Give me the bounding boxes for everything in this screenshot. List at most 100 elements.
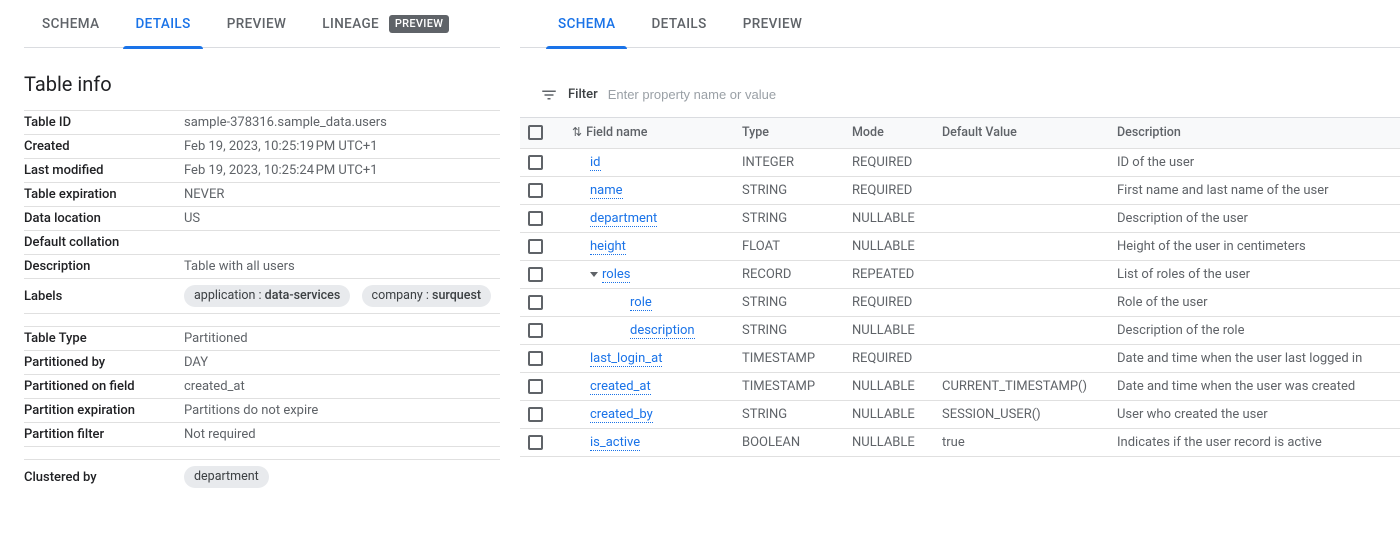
tab-preview-r[interactable]: PREVIEW bbox=[725, 0, 821, 48]
row-checkbox[interactable] bbox=[528, 211, 543, 226]
row-checkbox[interactable] bbox=[528, 155, 543, 170]
table-header: ⇅ Field name Type Mode Default Value Desc… bbox=[520, 118, 1400, 148]
table-row: descriptionSTRINGNULLABLEDescription of … bbox=[520, 316, 1400, 344]
col-field[interactable]: ⇅ Field name bbox=[564, 118, 734, 148]
row-part-expiration: Partition expiration Partitions do not e… bbox=[24, 399, 500, 423]
field-mode: NULLABLE bbox=[844, 316, 934, 344]
value-location: US bbox=[184, 211, 500, 226]
row-checkbox[interactable] bbox=[528, 435, 543, 450]
row-expiration: Table expiration NEVER bbox=[24, 183, 500, 207]
filter-input[interactable] bbox=[608, 87, 1380, 102]
tab-details[interactable]: DETAILS bbox=[117, 0, 208, 48]
chip-key: company bbox=[372, 288, 423, 303]
field-desc: Date and time when the user was created bbox=[1109, 373, 1400, 401]
field-mode: NULLABLE bbox=[844, 204, 934, 232]
field-mode: REQUIRED bbox=[844, 148, 934, 176]
row-checkbox[interactable] bbox=[528, 323, 543, 338]
label-part-filter: Partition filter bbox=[24, 427, 184, 442]
table-row: heightFLOATNULLABLEHeight of the user in… bbox=[520, 232, 1400, 260]
col-default[interactable]: Default Value bbox=[934, 118, 1109, 148]
row-checkbox[interactable] bbox=[528, 407, 543, 422]
col-type[interactable]: Type bbox=[734, 118, 844, 148]
label-clustered-by: Clustered by bbox=[24, 470, 184, 485]
label-collation: Default collation bbox=[24, 235, 184, 250]
field-link[interactable]: created_at bbox=[590, 379, 651, 395]
value-part-expiration: Partitions do not expire bbox=[184, 403, 500, 418]
label-modified: Last modified bbox=[24, 163, 184, 178]
select-all-checkbox[interactable] bbox=[528, 125, 543, 140]
field-desc: First name and last name of the user bbox=[1109, 176, 1400, 204]
sort-icon: ⇅ bbox=[572, 125, 582, 139]
col-desc[interactable]: Description bbox=[1109, 118, 1400, 148]
label-chip-company: company : surquest bbox=[362, 285, 492, 307]
field-type: STRING bbox=[734, 401, 844, 429]
field-link[interactable]: role bbox=[630, 295, 652, 311]
field-link[interactable]: id bbox=[590, 155, 601, 171]
field-link[interactable]: created_by bbox=[590, 407, 653, 423]
section-title: Table info bbox=[24, 72, 500, 96]
field-desc: User who created the user bbox=[1109, 401, 1400, 429]
value-created: Feb 19, 2023, 10:25:19 PM UTC+1 bbox=[184, 139, 500, 154]
chip-val: surquest bbox=[432, 288, 481, 303]
label-labels: Labels bbox=[24, 289, 184, 304]
field-type: STRING bbox=[734, 204, 844, 232]
field-desc: Date and time when the user last logged … bbox=[1109, 344, 1400, 372]
table-row: is_activeBOOLEANNULLABLEtrueIndicates if… bbox=[520, 429, 1400, 457]
table-row: idINTEGERREQUIREDID of the user bbox=[520, 148, 1400, 176]
field-mode: REQUIRED bbox=[844, 344, 934, 372]
tab-schema-r[interactable]: SCHEMA bbox=[540, 0, 633, 48]
row-partitioned-by: Partitioned by DAY bbox=[24, 351, 500, 375]
table-row: created_atTIMESTAMPNULLABLECURRENT_TIMES… bbox=[520, 373, 1400, 401]
field-default: SESSION_USER() bbox=[934, 401, 1109, 429]
tab-preview[interactable]: PREVIEW bbox=[209, 0, 305, 48]
row-table-type: Table Type Partitioned bbox=[24, 327, 500, 351]
tab-schema[interactable]: SCHEMA bbox=[24, 0, 117, 48]
field-link[interactable]: roles bbox=[602, 267, 630, 283]
field-default bbox=[934, 176, 1109, 204]
field-type: RECORD bbox=[734, 260, 844, 288]
value-part-filter: Not required bbox=[184, 427, 500, 442]
field-desc: Height of the user in centimeters bbox=[1109, 232, 1400, 260]
field-desc: List of roles of the user bbox=[1109, 260, 1400, 288]
label-location: Data location bbox=[24, 211, 184, 226]
row-checkbox[interactable] bbox=[528, 351, 543, 366]
field-default: true bbox=[934, 429, 1109, 457]
value-modified: Feb 19, 2023, 10:25:24 PM UTC+1 bbox=[184, 163, 500, 178]
right-tabs: SCHEMA DETAILS PREVIEW bbox=[520, 0, 1400, 48]
field-mode: NULLABLE bbox=[844, 232, 934, 260]
preview-badge: PREVIEW bbox=[389, 15, 449, 33]
row-checkbox[interactable] bbox=[528, 239, 543, 254]
col-field-label: Field name bbox=[586, 125, 647, 140]
label-created: Created bbox=[24, 139, 184, 154]
row-table-id: Table ID sample-378316.sample_data.users bbox=[24, 111, 500, 135]
label-description: Description bbox=[24, 259, 184, 274]
field-desc: Description of the user bbox=[1109, 204, 1400, 232]
field-link[interactable]: department bbox=[590, 211, 657, 227]
tab-lineage-label: LINEAGE bbox=[322, 16, 379, 32]
field-link[interactable]: height bbox=[590, 239, 626, 255]
left-tabs: SCHEMA DETAILS PREVIEW LINEAGE PREVIEW bbox=[24, 0, 500, 48]
label-partitioned-by: Partitioned by bbox=[24, 355, 184, 370]
field-link[interactable]: description bbox=[630, 323, 695, 339]
chevron-down-icon[interactable] bbox=[590, 272, 598, 277]
schema-table: ⇅ Field name Type Mode Default Value Desc… bbox=[520, 118, 1400, 457]
col-mode[interactable]: Mode bbox=[844, 118, 934, 148]
table-row: created_bySTRINGNULLABLESESSION_USER()Us… bbox=[520, 401, 1400, 429]
row-checkbox[interactable] bbox=[528, 379, 543, 394]
table-row: rolesRECORDREPEATEDList of roles of the … bbox=[520, 260, 1400, 288]
field-default bbox=[934, 316, 1109, 344]
field-link[interactable]: is_active bbox=[590, 435, 640, 451]
tab-lineage[interactable]: LINEAGE PREVIEW bbox=[304, 0, 467, 48]
field-default bbox=[934, 148, 1109, 176]
field-link[interactable]: name bbox=[590, 183, 623, 199]
row-clustered-by: Clustered by department bbox=[24, 460, 500, 494]
row-collation: Default collation bbox=[24, 231, 500, 255]
filter-bar: Filter bbox=[520, 72, 1400, 118]
row-checkbox[interactable] bbox=[528, 295, 543, 310]
field-type: TIMESTAMP bbox=[734, 373, 844, 401]
row-checkbox[interactable] bbox=[528, 267, 543, 282]
field-link[interactable]: last_login_at bbox=[590, 351, 662, 367]
tab-details-r[interactable]: DETAILS bbox=[633, 0, 724, 48]
table-row: last_login_atTIMESTAMPREQUIREDDate and t… bbox=[520, 344, 1400, 372]
row-checkbox[interactable] bbox=[528, 183, 543, 198]
